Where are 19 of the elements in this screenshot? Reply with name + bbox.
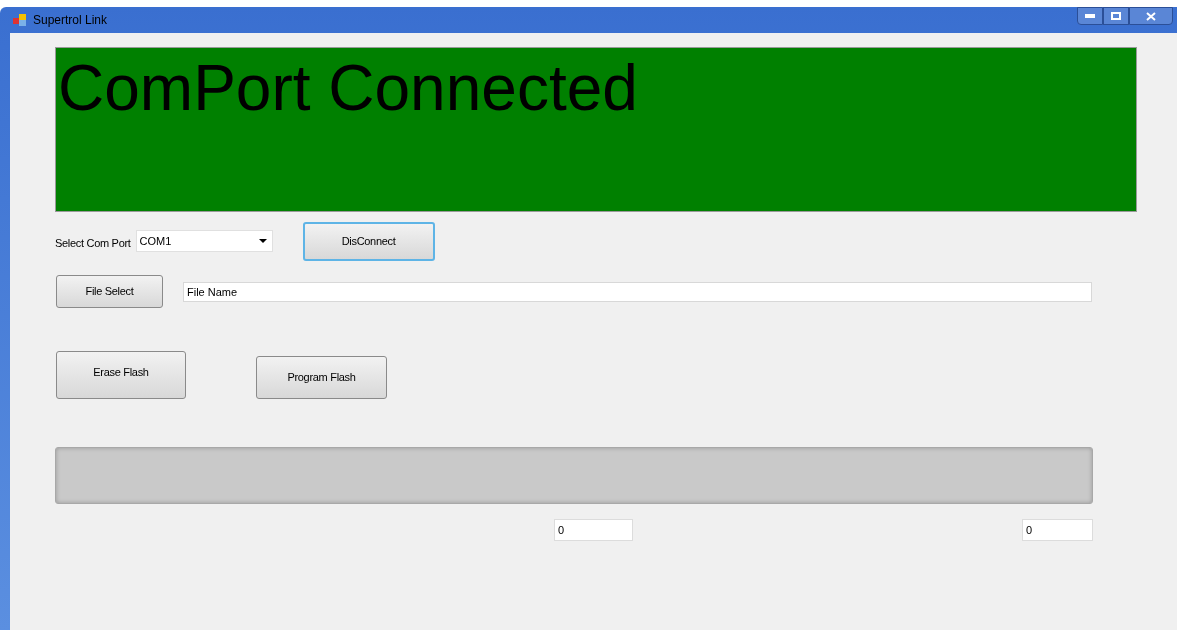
maximize-icon	[1111, 12, 1121, 20]
file-select-button[interactable]: File Select	[56, 275, 163, 308]
file-name-field[interactable]: File Name	[183, 281, 1092, 302]
counter-field[interactable]: 0	[1022, 519, 1093, 541]
caret-icon	[258, 239, 267, 243]
disconnect-button[interactable]: DisConnect	[302, 222, 435, 261]
window-title: Supertrol Link	[33, 12, 108, 29]
counter-field[interactable]: 0	[554, 519, 633, 541]
minimize-icon	[1085, 14, 1095, 18]
app-icon	[13, 13, 27, 27]
maximize-button[interactable]	[1103, 7, 1129, 25]
status-banner: ComPort Connected	[55, 47, 1137, 212]
com-port-dropdown[interactable]: COM1	[135, 230, 273, 252]
minimize-button[interactable]	[1077, 7, 1103, 25]
close-button[interactable]	[1129, 7, 1173, 25]
program-flash-button[interactable]: Program Flash	[256, 356, 387, 399]
erase-flash-button[interactable]: Erase Flash	[56, 351, 186, 399]
com-port-label: Select Com Port	[55, 236, 131, 251]
close-icon	[1146, 11, 1156, 21]
